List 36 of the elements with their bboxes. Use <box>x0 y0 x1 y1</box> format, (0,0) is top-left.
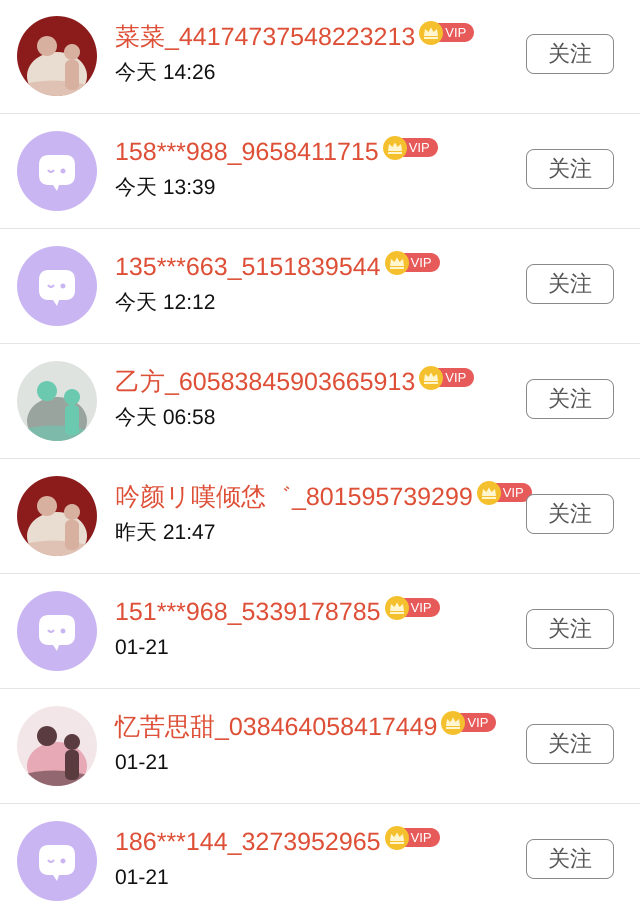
time-label: 今天 14:26 <box>115 60 216 86</box>
follow-button[interactable]: 关注 <box>526 149 614 189</box>
follow-button[interactable]: 关注 <box>526 724 614 764</box>
follow-button[interactable]: 关注 <box>526 264 614 304</box>
follow-button[interactable]: 关注 <box>526 609 614 649</box>
user-name: 151***968_5339178785 <box>115 596 381 626</box>
time-label: 今天 12:12 <box>115 290 216 316</box>
chat-bubble-avatar-icon <box>17 820 97 900</box>
time-label: 01-21 <box>115 864 170 890</box>
user-name: 186***144_3273952965 <box>115 826 381 856</box>
chat-bubble-avatar-icon <box>17 130 97 210</box>
chat-bubble-avatar-icon <box>17 590 97 670</box>
time-label: 今天 06:58 <box>115 404 216 430</box>
crown-icon <box>476 480 501 504</box>
time-label: 昨天 21:47 <box>115 520 216 546</box>
follow-button[interactable]: 关注 <box>526 494 614 534</box>
crown-icon <box>384 596 409 620</box>
crown-icon <box>382 136 407 160</box>
chat-bubble-avatar-icon <box>17 246 97 326</box>
user-name: 135***663_5151839544 <box>115 252 381 282</box>
crown-icon <box>384 250 409 274</box>
time-label: 今天 13:39 <box>115 174 216 200</box>
user-name: 吟颜リ嘆倾恷゛_801595739299 <box>115 482 473 512</box>
user-name: 忆苦思甜_038464058417449 <box>115 712 438 742</box>
follow-button[interactable]: 关注 <box>526 379 614 419</box>
crown-icon <box>441 710 466 734</box>
crown-icon <box>419 366 444 390</box>
follow-button[interactable]: 关注 <box>526 34 614 74</box>
user-name: 乙方_60583845903665913 <box>115 366 416 396</box>
crown-icon <box>384 826 409 850</box>
user-name: 菜菜_44174737548223213 <box>115 22 416 52</box>
time-label: 01-21 <box>115 634 170 660</box>
follow-button[interactable]: 关注 <box>526 839 614 879</box>
user-name: 158***988_9658411715 <box>115 136 379 166</box>
time-label: 01-21 <box>115 750 170 776</box>
crown-icon <box>419 20 444 44</box>
